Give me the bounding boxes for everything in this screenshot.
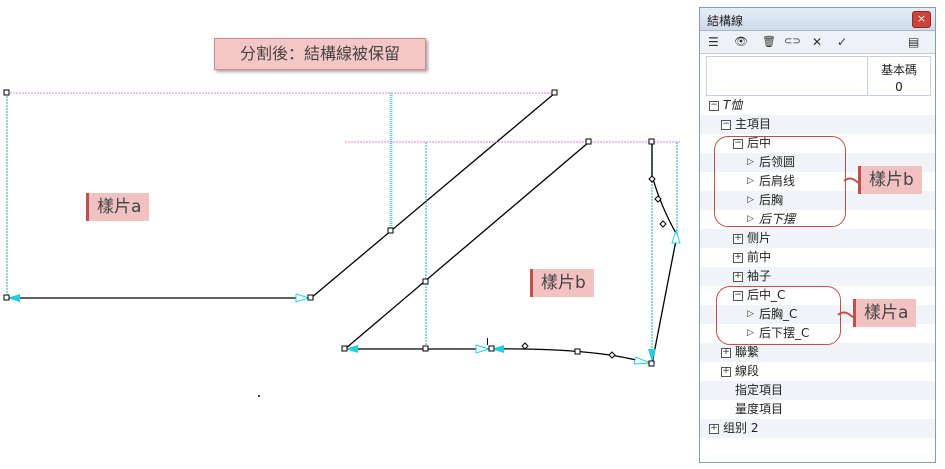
callout-connectors	[837, 177, 869, 319]
piece-b-tree-label: 樣片b	[858, 166, 922, 194]
piece-a-tree-label: 樣片a	[853, 299, 917, 327]
